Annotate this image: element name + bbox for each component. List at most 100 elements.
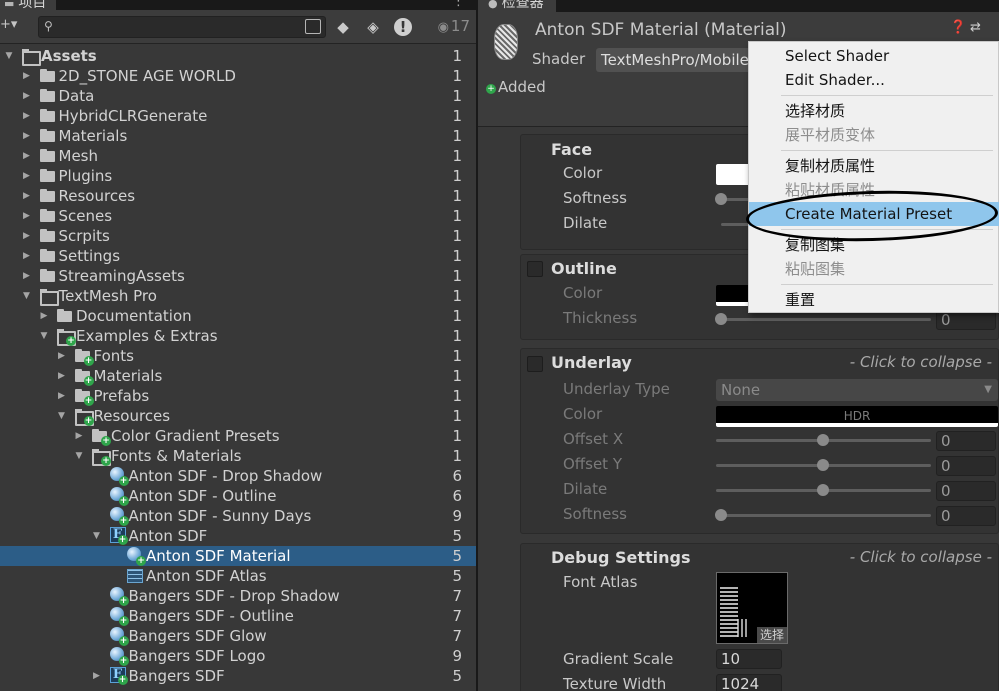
face-softness-handle[interactable] (715, 193, 727, 205)
menu-item-0[interactable]: Select Shader (749, 44, 999, 68)
offset-y-field[interactable]: 0 (936, 456, 996, 476)
tree-row[interactable]: ▼ F + Anton SDF 5 (0, 526, 476, 546)
tree-row[interactable]: + Bangers SDF - Outline 7 (0, 606, 476, 626)
expand-arrow-right-icon[interactable]: ▶ (57, 386, 67, 406)
menu-item-4[interactable]: 复制材质属性 (749, 154, 999, 178)
tree-row[interactable]: Anton SDF Atlas 5 (0, 566, 476, 586)
tree-row[interactable]: ▶ 2D_STONE AGE WORLD 1 (0, 66, 476, 86)
tree-row[interactable]: ▶ Mesh 1 (0, 146, 476, 166)
underlay-toggle[interactable] (527, 356, 543, 372)
outline-toggle[interactable] (527, 261, 543, 277)
tree-row[interactable]: + Bangers SDF - Drop Shadow 7 (0, 586, 476, 606)
font-atlas-texture[interactable]: 选择 (716, 572, 788, 644)
project-tab[interactable]: ▬ 项目 (0, 0, 57, 11)
tree-row[interactable]: ▶ + Prefabs 1 (0, 386, 476, 406)
tree-row[interactable]: ▶ Materials 1 (0, 126, 476, 146)
expand-arrow-right-icon[interactable]: ▶ (22, 226, 32, 246)
debug-settings-title[interactable]: Debug Settings (551, 548, 691, 567)
menu-item-2[interactable]: 选择材质 (749, 99, 999, 123)
tree-row[interactable]: ▼ TextMesh Pro 1 (0, 286, 476, 306)
search-input[interactable]: ⚲ (38, 16, 326, 38)
face-title[interactable]: Face (551, 140, 592, 159)
tree-row[interactable]: ▶ Data 1 (0, 86, 476, 106)
offset-y-handle[interactable] (817, 459, 829, 471)
tree-row[interactable]: + Bangers SDF Logo 9 (0, 646, 476, 666)
project-tab-menu-icon[interactable]: ⋮ (452, 0, 468, 9)
expand-arrow-right-icon[interactable]: ▶ (22, 246, 32, 266)
tree-row[interactable]: ▶ Plugins 1 (0, 166, 476, 186)
underlay-color-field[interactable]: HDR (716, 406, 998, 427)
expand-arrow-right-icon[interactable]: ▶ (57, 366, 67, 386)
gradient-scale-field[interactable]: 10 (716, 649, 782, 669)
tree-row[interactable]: ▶ Resources 1 (0, 186, 476, 206)
create-dropdown-button[interactable]: +▾ (0, 17, 17, 32)
menu-item-1[interactable]: Edit Shader... (749, 68, 999, 92)
expand-arrow-down-icon[interactable]: ▼ (4, 46, 14, 66)
presets-icon[interactable]: ⇄ (970, 20, 981, 35)
outline-thickness-handle[interactable] (715, 313, 727, 325)
expand-arrow-down-icon[interactable]: ▼ (57, 406, 67, 426)
hidden-packages-toggle[interactable]: ◉ 17 (438, 17, 470, 35)
underlay-softness-slider[interactable] (721, 514, 931, 517)
outline-title[interactable]: Outline (551, 259, 617, 278)
expand-arrow-right-icon[interactable]: ▶ (22, 126, 32, 146)
underlay-dilate-field[interactable]: 0 (936, 481, 996, 501)
expand-arrow-right-icon[interactable]: ▶ (22, 86, 32, 106)
underlay-softness-handle[interactable] (715, 509, 727, 521)
expand-arrow-right-icon[interactable]: ▶ (57, 346, 67, 366)
tree-row-selected[interactable]: + Anton SDF Material 5 (0, 546, 476, 566)
help-icon[interactable]: ❓ (950, 20, 966, 35)
expand-arrow-down-icon[interactable]: ▼ (74, 446, 84, 466)
offset-x-handle[interactable] (817, 434, 829, 446)
underlay-collapse-hint[interactable]: - Click to collapse - (850, 353, 992, 371)
search-by-type-icon[interactable] (305, 19, 321, 34)
expand-arrow-right-icon[interactable]: ▶ (22, 106, 32, 126)
underlay-type-dropdown[interactable]: None ▼ (716, 379, 998, 401)
tree-row[interactable]: + Anton SDF - Outline 6 (0, 486, 476, 506)
outline-thickness-field[interactable]: 0 (936, 310, 996, 330)
tree-row[interactable]: ▶ HybridCLRGenerate 1 (0, 106, 476, 126)
tree-row[interactable]: ▶ Scrpits 1 (0, 226, 476, 246)
expand-arrow-right-icon[interactable]: ▶ (22, 266, 32, 286)
debug-collapse-hint[interactable]: - Click to collapse - (850, 548, 992, 566)
project-tab-bar: ▬ 项目 ⋮ (0, 0, 476, 11)
expand-arrow-down-icon[interactable]: ▼ (92, 526, 102, 546)
texture-width-field[interactable]: 1024 (716, 674, 782, 691)
tree-row[interactable]: + Anton SDF - Drop Shadow 6 (0, 466, 476, 486)
expand-arrow-right-icon[interactable]: ▶ (39, 306, 49, 326)
tree-row[interactable]: ▼ + Resources 1 (0, 406, 476, 426)
expand-arrow-right-icon[interactable]: ▶ (22, 206, 32, 226)
underlay-dilate-handle[interactable] (817, 484, 829, 496)
tree-row[interactable]: ▶ Documentation 1 (0, 306, 476, 326)
expand-arrow-down-icon[interactable]: ▼ (22, 286, 32, 306)
expand-arrow-right-icon[interactable]: ▶ (22, 166, 32, 186)
tree-row[interactable]: ▼ + Examples & Extras 1 (0, 326, 476, 346)
tree-row[interactable]: + Bangers SDF Glow 7 (0, 626, 476, 646)
expand-arrow-right-icon[interactable]: ▶ (22, 66, 32, 86)
expand-arrow-right-icon[interactable]: ▶ (22, 146, 32, 166)
tree-row[interactable]: ▶ + Materials 1 (0, 366, 476, 386)
tree-row[interactable]: ▶ F + Bangers SDF 5 (0, 666, 476, 686)
expand-arrow-right-icon[interactable]: ▶ (22, 186, 32, 206)
underlay-softness-field[interactable]: 0 (936, 506, 996, 526)
tree-row[interactable]: ▼ Assets 1 (0, 46, 476, 66)
tree-row[interactable]: ▶ StreamingAssets 1 (0, 266, 476, 286)
tree-row[interactable]: + Anton SDF - Sunny Days 9 (0, 506, 476, 526)
menu-item-9[interactable]: 重置 (749, 288, 999, 312)
filter-by-label-icon[interactable]: ◈ (362, 16, 384, 38)
tree-row[interactable]: ▶ + Fonts 1 (0, 346, 476, 366)
atlas-select-button[interactable]: 选择 (756, 627, 787, 643)
warning-filter-icon[interactable]: ! (394, 18, 412, 36)
tree-row[interactable]: ▶ Scenes 1 (0, 206, 476, 226)
tree-row[interactable]: ▶ Settings 1 (0, 246, 476, 266)
tree-row[interactable]: ▼ + Fonts & Materials 1 (0, 446, 476, 466)
filter-by-type-icon[interactable]: ◆ (332, 16, 354, 38)
inspector-tab[interactable]: ● 检查器 (478, 0, 556, 12)
offset-x-field[interactable]: 0 (936, 431, 996, 451)
expand-arrow-down-icon[interactable]: ▼ (39, 326, 49, 346)
underlay-title[interactable]: Underlay (551, 353, 632, 372)
outline-thickness-slider[interactable] (721, 318, 931, 321)
expand-arrow-right-icon[interactable]: ▶ (74, 426, 84, 446)
tree-row[interactable]: ▶ + Color Gradient Presets 1 (0, 426, 476, 446)
expand-arrow-right-icon[interactable]: ▶ (92, 666, 102, 686)
